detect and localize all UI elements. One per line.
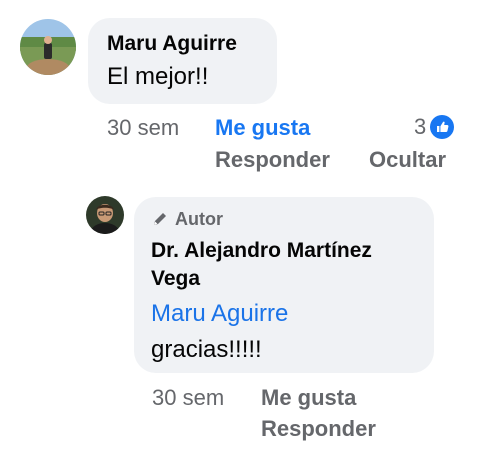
pencil-icon [151,210,169,228]
comment-reply-button[interactable]: Responder [215,147,330,173]
comment-timestamp[interactable]: 30 sem [107,115,179,141]
comment-author-name[interactable]: Maru Aguirre [107,31,277,57]
thumbs-up-icon [430,115,455,139]
author-badge: Autor [151,208,434,230]
comment-text: El mejor!! [107,63,209,90]
comment-hide-button[interactable]: Ocultar [369,147,446,173]
reply-author-name-line1[interactable]: Dr. Alejandro Martínez [151,238,434,264]
comment-like-button[interactable]: Me gusta [215,115,310,141]
comment-bubble: Maru Aguirre El mejor!! [88,18,277,104]
reply-timestamp[interactable]: 30 sem [152,385,224,411]
avatar-alejandro-martinez-vega[interactable] [86,196,124,234]
reply-text: gracias!!!!! [151,336,262,363]
reply-author-name-line2[interactable]: Vega [151,266,434,292]
author-badge-label: Autor [175,209,223,229]
reply-reply-button[interactable]: Responder [261,416,376,442]
mention-link[interactable]: Maru Aguirre [151,298,434,330]
reply-bubble: Autor Dr. Alejandro Martínez Vega Maru A… [134,197,434,373]
comment-reactions[interactable]: 3 [414,114,455,140]
reply-like-button[interactable]: Me gusta [261,385,356,411]
avatar-maru-aguirre[interactable] [20,19,76,75]
reaction-count: 3 [414,114,427,139]
